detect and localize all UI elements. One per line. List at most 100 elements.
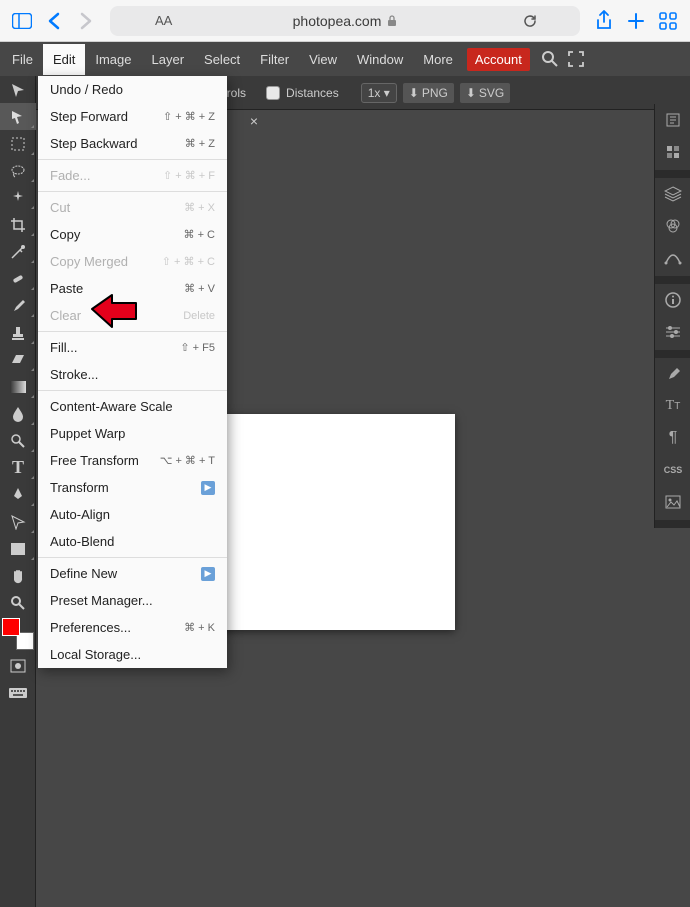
menu-edit[interactable]: Edit	[43, 44, 85, 75]
menu-item-copy[interactable]: Copy⌘ + C	[38, 221, 227, 248]
menu-shortcut: ⇧ + ⌘ + F	[163, 169, 215, 182]
image-panel-icon[interactable]	[655, 486, 690, 518]
blur-tool-icon[interactable]	[0, 400, 36, 427]
menu-view[interactable]: View	[299, 44, 347, 75]
menu-item-cut: Cut⌘ + X	[38, 194, 227, 221]
menu-item-label: Cut	[50, 200, 70, 215]
zoom-tool-icon[interactable]	[0, 589, 36, 616]
stamp-tool-icon[interactable]	[0, 319, 36, 346]
move-tool-icon[interactable]	[0, 76, 36, 103]
menu-item-stroke[interactable]: Stroke...	[38, 361, 227, 388]
menu-item-label: Copy Merged	[50, 254, 128, 269]
menu-item-preferences[interactable]: Preferences...⌘ + K	[38, 614, 227, 641]
share-icon[interactable]	[590, 7, 618, 35]
menu-shortcut: ⇧ + ⌘ + Z	[163, 110, 215, 123]
menu-file[interactable]: File	[2, 44, 43, 75]
menu-separator	[38, 191, 227, 192]
menu-separator	[38, 390, 227, 391]
css-panel-icon[interactable]: CSS	[655, 454, 690, 486]
export-svg-button[interactable]: ⬇SVG	[460, 83, 510, 103]
channels-panel-icon[interactable]	[655, 210, 690, 242]
menu-item-transform[interactable]: Transform ▶	[38, 474, 227, 501]
new-tab-icon[interactable]	[622, 7, 650, 35]
lasso-tool-icon[interactable]	[0, 157, 36, 184]
forward-icon	[72, 7, 100, 35]
submenu-arrow-icon: ▶	[201, 481, 215, 495]
menu-item-label: Content-Aware Scale	[50, 399, 173, 414]
menu-item-label: Auto-Blend	[50, 534, 114, 549]
adjustments-panel-icon[interactable]	[655, 316, 690, 348]
menu-item-label: Preset Manager...	[50, 593, 153, 608]
menu-layer[interactable]: Layer	[142, 44, 195, 75]
wand-tool-icon[interactable]	[0, 184, 36, 211]
shape-tool-icon[interactable]	[0, 535, 36, 562]
menu-more[interactable]: More	[413, 44, 463, 75]
pen-tool-icon[interactable]	[0, 481, 36, 508]
hand-tool-icon[interactable]	[0, 562, 36, 589]
menu-select[interactable]: Select	[194, 44, 250, 75]
menu-item-label: Clear	[50, 308, 81, 323]
back-icon[interactable]	[40, 7, 68, 35]
fullscreen-icon[interactable]	[564, 47, 588, 71]
quickmask-icon[interactable]	[0, 652, 36, 679]
menu-item-fade: Fade...⇧ + ⌘ + F	[38, 162, 227, 189]
sidebar-toggle-icon[interactable]	[8, 7, 36, 35]
heal-tool-icon[interactable]	[0, 265, 36, 292]
eraser-tool-icon[interactable]	[0, 346, 36, 373]
menu-image[interactable]: Image	[85, 44, 141, 75]
menu-item-content-aware-scale[interactable]: Content-Aware Scale	[38, 393, 227, 420]
info-panel-icon[interactable]	[655, 284, 690, 316]
edit-menu-dropdown: Undo / RedoStep Forward⇧ + ⌘ + ZStep Bac…	[38, 76, 227, 668]
submenu-arrow-icon: ▶	[201, 567, 215, 581]
close-tab-icon[interactable]: ×	[242, 110, 266, 132]
reader-icon[interactable]: AA	[155, 13, 172, 28]
brush-panel-icon[interactable]	[655, 358, 690, 390]
paragraph-panel-icon[interactable]: ¶	[655, 422, 690, 454]
distances-checkbox[interactable]	[266, 86, 280, 100]
menu-item-paste[interactable]: Paste⌘ + V	[38, 275, 227, 302]
menu-item-label: Local Storage...	[50, 647, 141, 662]
url-text: photopea.com	[293, 13, 382, 29]
refresh-icon[interactable]	[522, 13, 538, 29]
menu-shortcut: ⌘ + V	[184, 282, 215, 295]
menu-item-free-transform[interactable]: Free Transform⌥ + ⌘ + T	[38, 447, 227, 474]
crop-tool-icon[interactable]	[0, 211, 36, 238]
eyedropper-tool-icon[interactable]	[0, 238, 36, 265]
menu-item-preset-manager[interactable]: Preset Manager...	[38, 587, 227, 614]
menu-item-step-backward[interactable]: Step Backward⌘ + Z	[38, 130, 227, 157]
gradient-tool-icon[interactable]	[0, 373, 36, 400]
history-panel-icon[interactable]	[655, 104, 690, 136]
menu-item-puppet-warp[interactable]: Puppet Warp	[38, 420, 227, 447]
menu-item-auto-align[interactable]: Auto-Align	[38, 501, 227, 528]
menu-item-auto-blend[interactable]: Auto-Blend	[38, 528, 227, 555]
menu-account[interactable]: Account	[467, 48, 530, 71]
menu-filter[interactable]: Filter	[250, 44, 299, 75]
menu-item-step-forward[interactable]: Step Forward⇧ + ⌘ + Z	[38, 103, 227, 130]
menu-item-label: Preferences...	[50, 620, 131, 635]
layers-panel-icon[interactable]	[655, 178, 690, 210]
keyboard-icon[interactable]	[0, 679, 36, 706]
menu-item-local-storage[interactable]: Local Storage...	[38, 641, 227, 668]
character-panel-icon[interactable]: TT	[655, 390, 690, 422]
brush-tool-icon[interactable]	[0, 292, 36, 319]
export-png-button[interactable]: ⬇PNG	[403, 83, 454, 103]
paths-panel-icon[interactable]	[655, 242, 690, 274]
menu-item-label: Transform	[50, 480, 109, 495]
menu-item-fill[interactable]: Fill...⇧ + F5	[38, 334, 227, 361]
type-tool-icon[interactable]: T	[0, 454, 36, 481]
marquee-tool-icon[interactable]	[0, 130, 36, 157]
select-tool-icon[interactable]	[0, 103, 36, 130]
swatches-panel-icon[interactable]	[655, 136, 690, 168]
menu-shortcut: ⌥ + ⌘ + T	[160, 454, 215, 467]
menu-window[interactable]: Window	[347, 44, 413, 75]
address-bar[interactable]: AA photopea.com	[110, 6, 580, 36]
zoom-select[interactable]: 1x ▾	[361, 83, 397, 103]
menu-shortcut: Delete	[183, 310, 215, 322]
dodge-tool-icon[interactable]	[0, 427, 36, 454]
menu-item-undo-redo[interactable]: Undo / Redo	[38, 76, 227, 103]
menu-item-define-new[interactable]: Define New▶	[38, 560, 227, 587]
color-swatches[interactable]	[0, 616, 35, 652]
tabs-icon[interactable]	[654, 7, 682, 35]
search-icon[interactable]	[538, 47, 562, 71]
path-select-tool-icon[interactable]	[0, 508, 36, 535]
